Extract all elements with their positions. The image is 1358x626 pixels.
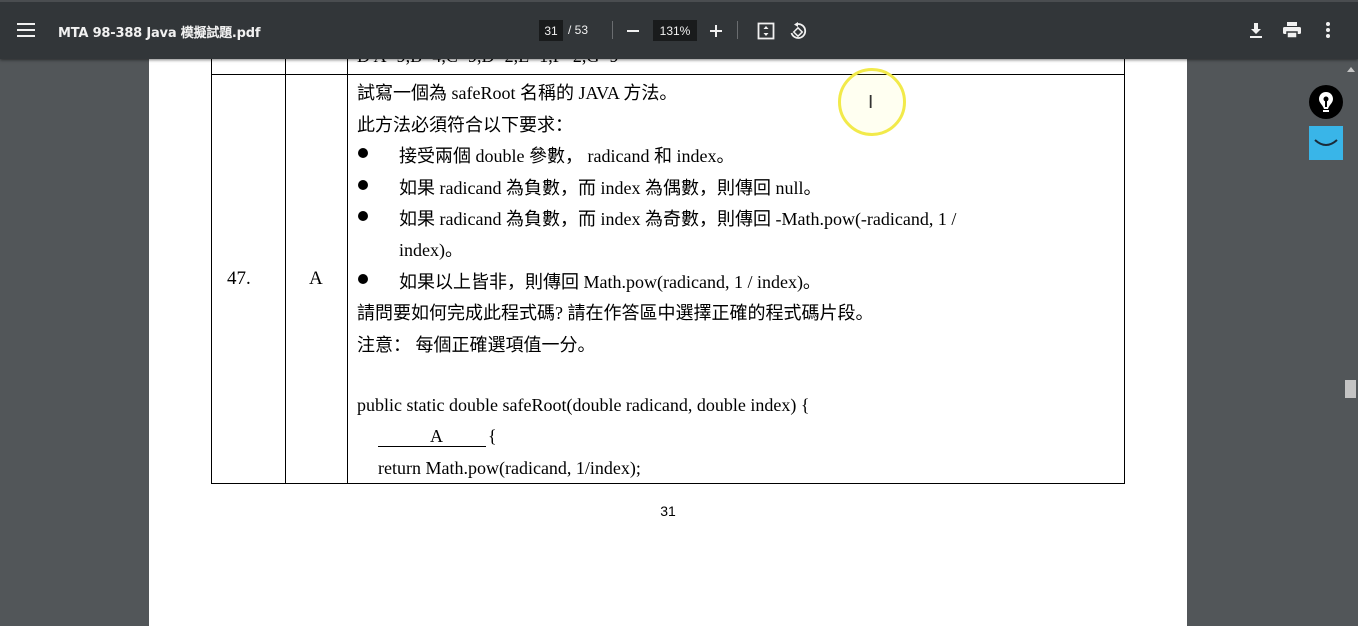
code-blank-label: A xyxy=(430,426,443,446)
pen-extension-button[interactable] xyxy=(1309,85,1343,119)
menu-button[interactable] xyxy=(12,16,40,44)
table-column-divider xyxy=(347,40,348,483)
bullet-icon xyxy=(358,211,368,221)
zoom-in-icon xyxy=(710,25,722,37)
pen-extension-icon xyxy=(1319,92,1333,112)
code-line: public static double safeRoot(double rad… xyxy=(357,395,810,415)
toolbar-divider xyxy=(737,21,738,39)
print-icon xyxy=(1283,22,1301,38)
question-number: 47. xyxy=(227,268,251,289)
question-line: 如果 radicand 為負數，而 index 為奇數，則傳回 -Math.po… xyxy=(399,209,957,229)
more-icon xyxy=(1326,22,1330,38)
pdf-page: D A=9,B=4,C=9,D=2,E=1,F=2,G=9 47. A 試寫一個… xyxy=(149,39,1187,626)
blue-extension-icon xyxy=(1314,139,1338,146)
scroll-up-arrow[interactable] xyxy=(1346,62,1356,72)
more-options-button[interactable] xyxy=(1318,19,1338,41)
document-title: MTA 98-388 Java 模擬試題.pdf xyxy=(58,26,261,41)
fit-page-icon xyxy=(757,22,775,40)
print-button[interactable] xyxy=(1280,19,1304,41)
table-row-divider xyxy=(212,74,1124,75)
zoom-out-icon xyxy=(627,30,639,32)
toolbar-top-border xyxy=(0,0,1358,2)
chevron-up-icon xyxy=(1347,67,1355,72)
question-line: 如果以上皆非，則傳回 Math.pow(radicand, 1 / index)… xyxy=(399,272,821,292)
question-line: 試寫一個為 safeRoot 名稱的 JAVA 方法。 xyxy=(357,83,678,103)
question-line: 如果 radicand 為負數，而 index 為偶數，則傳回 null。 xyxy=(399,178,822,198)
page-total: / 53 xyxy=(568,23,589,37)
menu-icon xyxy=(17,23,35,37)
zoom-out-button[interactable] xyxy=(622,20,644,42)
page-number-footer: 31 xyxy=(660,503,676,519)
text-cursor-icon: I xyxy=(868,92,874,113)
download-button[interactable] xyxy=(1245,19,1267,41)
table-column-divider xyxy=(285,40,286,483)
fit-page-button[interactable] xyxy=(754,19,778,43)
scrollbar-thumb[interactable] xyxy=(1345,380,1356,398)
toolbar-divider xyxy=(612,21,613,39)
zoom-input[interactable] xyxy=(653,20,697,41)
zoom-in-button[interactable] xyxy=(705,20,727,42)
code-blank-underline xyxy=(378,446,486,447)
question-line: 請問要如何完成此程式碼? 請在作答區中選擇正確的程式碼片段。 xyxy=(357,303,874,323)
code-line: return Math.pow(radicand, 1/index); xyxy=(378,458,641,478)
question-line: 注意： 每個正確選項值一分。 xyxy=(357,335,596,355)
question-line: 此方法必須符合以下要求： xyxy=(357,115,573,135)
question-line: index)。 xyxy=(399,240,463,260)
question-line: 接受兩個 double 參數， radicand 和 index。 xyxy=(399,146,735,166)
pdf-toolbar: MTA 98-388 Java 模擬試題.pdf / 53 xyxy=(0,0,1358,59)
bullet-icon xyxy=(358,274,368,284)
question-answer: A xyxy=(309,268,323,289)
page-number-input[interactable] xyxy=(539,20,563,41)
question-table: D A=9,B=4,C=9,D=2,E=1,F=2,G=9 47. A 試寫一個… xyxy=(211,39,1125,484)
rotate-button[interactable] xyxy=(786,19,810,43)
rotate-icon xyxy=(790,22,807,39)
blue-extension-button[interactable] xyxy=(1309,126,1343,160)
download-icon xyxy=(1250,23,1262,38)
bullet-icon xyxy=(358,180,368,190)
code-brace: { xyxy=(488,426,497,446)
bullet-icon xyxy=(358,148,368,158)
